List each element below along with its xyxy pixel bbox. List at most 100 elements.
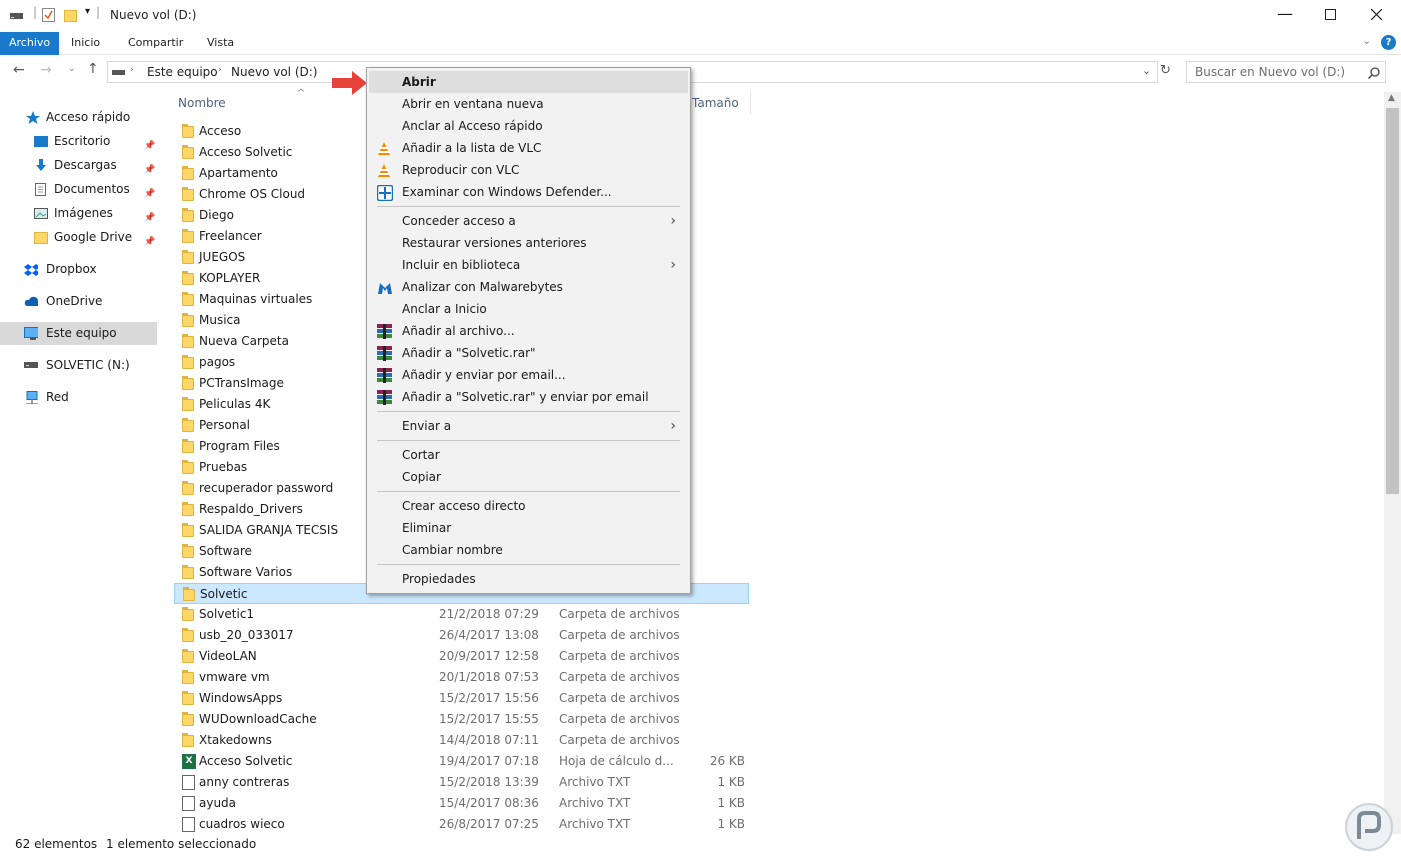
file-date: 21/2/2018 07:29 xyxy=(439,607,539,621)
folder-icon xyxy=(182,523,194,537)
sidebar-item-dropbox[interactable]: Dropbox xyxy=(0,258,157,281)
expand-ribbon-icon[interactable]: ⌄ xyxy=(1362,34,1371,47)
search-box[interactable]: Buscar en Nuevo vol (D:) xyxy=(1186,61,1386,83)
help-icon[interactable]: ? xyxy=(1381,35,1396,50)
menu-item[interactable]: Reproducir con VLC xyxy=(369,159,688,181)
column-header-size[interactable]: Tamaño xyxy=(692,96,739,110)
pin-icon[interactable]: 📌 xyxy=(144,135,155,151)
file-size: 1 KB xyxy=(717,817,745,831)
recent-locations-icon[interactable]: ⌄ xyxy=(68,64,76,74)
file-date: 20/9/2017 12:58 xyxy=(439,649,539,663)
tab-compartir[interactable]: Compartir xyxy=(118,32,193,55)
menu-item[interactable]: Añadir a la lista de VLC xyxy=(369,137,688,159)
properties-icon[interactable] xyxy=(42,8,56,23)
status-count: 62 elementos xyxy=(15,837,98,851)
menu-item[interactable]: Incluir en biblioteca › xyxy=(369,254,688,276)
file-row[interactable]: Solvetic1 21/2/2018 07:29 Carpeta de archi… xyxy=(174,604,749,625)
file-name: SALIDA GRANJA TECSIS xyxy=(199,523,339,537)
customize-toolbar-icon[interactable]: ▾ xyxy=(85,6,90,17)
vlc-icon xyxy=(377,163,393,177)
column-header-name[interactable]: Nombre xyxy=(178,96,226,110)
back-button[interactable]: ← xyxy=(13,62,25,78)
tab-vista[interactable]: Vista xyxy=(197,32,244,55)
menu-item[interactable]: Añadir a "Solvetic.rar" y enviar por ema… xyxy=(369,386,688,408)
folder-icon xyxy=(182,733,194,747)
menu-item[interactable]: Propiedades xyxy=(369,568,688,590)
menu-item[interactable]: Abrir xyxy=(369,71,688,93)
file-name: Musica xyxy=(199,313,241,327)
file-type: Carpeta de archivos xyxy=(559,607,680,621)
close-button[interactable] xyxy=(1371,9,1382,20)
sidebar-item-este-equipo[interactable]: Este equipo xyxy=(0,322,157,345)
scroll-thumb[interactable] xyxy=(1386,108,1399,494)
sidebar-item-red[interactable]: Red xyxy=(0,386,157,409)
file-row[interactable]: X Acceso Solvetic 19/4/2017 07:18 Hoja de c… xyxy=(174,751,749,772)
file-row[interactable]: Xtakedowns 14/4/2018 07:11 Carpeta de arch… xyxy=(174,730,749,751)
sidebar-item-documentos[interactable]: Documentos 📌 xyxy=(0,178,157,201)
pin-icon[interactable]: 📌 xyxy=(144,207,155,223)
menu-item[interactable]: Eliminar xyxy=(369,517,688,539)
menu-item[interactable]: Restaurar versiones anteriores xyxy=(369,232,688,254)
file-name: PCTransImage xyxy=(199,376,284,390)
vlc-icon xyxy=(377,141,393,155)
up-button[interactable]: ↑ xyxy=(87,61,99,77)
menu-item[interactable]: Conceder acceso a › xyxy=(369,210,688,232)
menu-item[interactable]: Examinar con Windows Defender... xyxy=(369,181,688,203)
minimize-button[interactable]: — xyxy=(1277,4,1293,23)
new-folder-icon[interactable] xyxy=(64,8,78,23)
pin-icon[interactable]: 📌 xyxy=(144,159,155,175)
file-row[interactable]: usb_20_033017 26/4/2017 13:08 Carpeta de a… xyxy=(174,625,749,646)
vertical-scrollbar[interactable]: ▲ xyxy=(1384,92,1401,834)
star-icon xyxy=(26,111,40,124)
forward-button[interactable]: → xyxy=(40,62,52,78)
tab-inicio[interactable]: Inicio xyxy=(61,32,110,55)
refresh-icon[interactable]: ↻ xyxy=(1160,63,1171,78)
breadcrumb-este-equipo[interactable]: Este equipo xyxy=(147,65,218,79)
file-date: 19/4/2017 07:18 xyxy=(439,754,539,768)
file-row[interactable]: cuadros wieco 26/8/2017 07:25 Archivo TXT 1… xyxy=(174,814,749,835)
folder-icon xyxy=(182,439,194,453)
menu-item[interactable]: Enviar a › xyxy=(369,415,688,437)
maximize-button[interactable] xyxy=(1325,9,1336,20)
folder-icon xyxy=(182,166,194,180)
sidebar-item-google-drive[interactable]: Google Drive 📌 xyxy=(0,226,157,249)
menu-item[interactable]: Cortar xyxy=(369,444,688,466)
file-row[interactable]: VideoLAN 20/9/2017 12:58 Carpeta de archiv… xyxy=(174,646,749,667)
menu-item[interactable]: Añadir al archivo... xyxy=(369,320,688,342)
breadcrumb-nuevo-vol[interactable]: Nuevo vol (D:) xyxy=(231,65,317,79)
network-icon xyxy=(26,391,38,404)
file-row[interactable]: WindowsApps 15/2/2017 15:56 Carpeta de arc… xyxy=(174,688,749,709)
pin-icon[interactable]: 📌 xyxy=(144,183,155,199)
text-file-icon xyxy=(182,796,195,811)
menu-item[interactable]: Analizar con Malwarebytes xyxy=(369,276,688,298)
scroll-up-icon[interactable]: ▲ xyxy=(1388,93,1395,103)
file-row[interactable]: vmware vm 20/1/2018 07:53 Carpeta de archi… xyxy=(174,667,749,688)
sidebar-item-solvetic-drive[interactable]: SOLVETIC (N:) xyxy=(0,354,157,377)
sidebar-item-escritorio[interactable]: Escritorio 📌 xyxy=(0,130,157,153)
menu-item[interactable]: Anclar a Inicio xyxy=(369,298,688,320)
address-dropdown-icon[interactable]: ⌄ xyxy=(1142,64,1151,77)
menu-item[interactable]: Cambiar nombre xyxy=(369,539,688,561)
desktop-icon xyxy=(34,136,48,147)
drive-icon xyxy=(24,362,38,368)
file-row[interactable]: anny contreras 15/2/2018 13:39 Archivo TXT… xyxy=(174,772,749,793)
file-type: Hoja de cálculo d... xyxy=(559,754,674,768)
sidebar-item-descargas[interactable]: Descargas 📌 xyxy=(0,154,157,177)
menu-item-label: Eliminar xyxy=(402,521,452,535)
menu-item[interactable]: Anclar al Acceso rápido xyxy=(369,115,688,137)
pin-icon[interactable]: 📌 xyxy=(144,231,155,247)
folder-icon xyxy=(182,355,194,369)
sidebar-item-onedrive[interactable]: OneDrive xyxy=(0,290,157,313)
menu-item[interactable]: Añadir y enviar por email... xyxy=(369,364,688,386)
menu-item[interactable]: Crear acceso directo xyxy=(369,495,688,517)
menu-item[interactable]: Copiar xyxy=(369,466,688,488)
sidebar-item-acceso-rapido[interactable]: Acceso rápido xyxy=(0,106,157,129)
menu-item[interactable]: Abrir en ventana nueva xyxy=(369,93,688,115)
folder-icon xyxy=(182,397,194,411)
tab-archivo[interactable]: Archivo xyxy=(0,32,60,55)
menu-item-label: Añadir y enviar por email... xyxy=(402,368,566,382)
file-row[interactable]: WUDownloadCache 15/2/2017 15:55 Carpeta de… xyxy=(174,709,749,730)
file-row[interactable]: ayuda 15/4/2017 08:36 Archivo TXT 1 KB xyxy=(174,793,749,814)
menu-item[interactable]: Añadir a "Solvetic.rar" xyxy=(369,342,688,364)
sidebar-item-imagenes[interactable]: Imágenes 📌 xyxy=(0,202,157,225)
